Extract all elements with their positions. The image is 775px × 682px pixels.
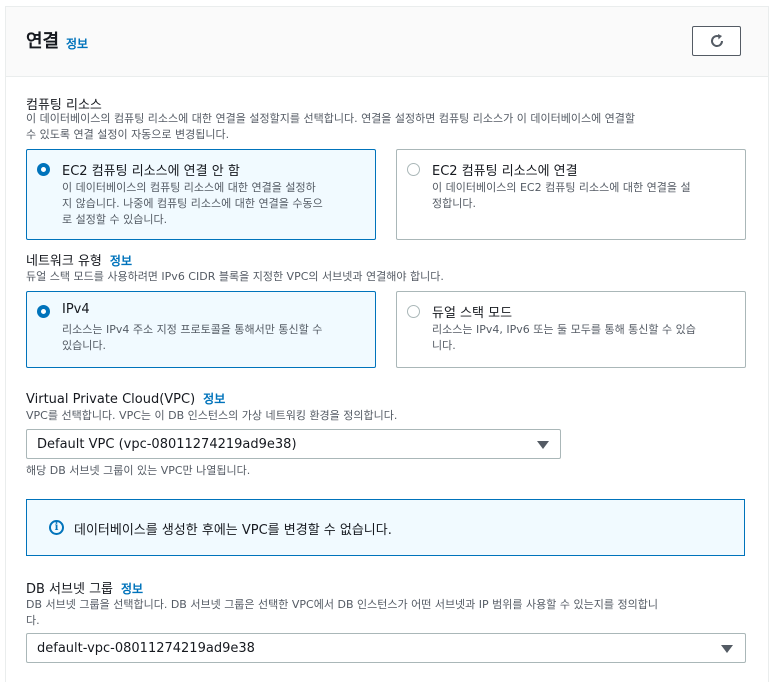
subnet-selected-value: default-vpc-08011274219ad9e38 — [37, 641, 255, 656]
network-label: 네트워크 유형 정보 — [26, 254, 132, 269]
network-option-ipv4[interactable]: IPv4 리소스는 IPv4 주소 지정 프로토콜을 통해서만 통신할 수 있습… — [26, 291, 376, 368]
tile-title: IPv4 — [62, 302, 90, 317]
vpc-selected-value: Default VPC (vpc-08011274219ad9e38) — [37, 437, 297, 452]
tile-description: 이 데이터베이스의 EC2 컴퓨팅 리소스에 대한 연결을 설 정합니다. — [432, 181, 691, 210]
subnet-info-link[interactable]: 정보 — [121, 582, 143, 596]
subnet-description: DB 서브넷 그룹을 선택합니다. DB 서브넷 그룹은 선택한 VPC에서 D… — [26, 598, 658, 627]
connectivity-panel: 연결 정보 컴퓨팅 리소스 이 데이터베이스의 컴퓨팅 리소스에 대한 연결을 … — [5, 6, 769, 682]
tile-title: EC2 컴퓨팅 리소스에 연결 — [432, 164, 578, 179]
vpc-info-link[interactable]: 정보 — [203, 392, 225, 406]
panel-title: 연결 — [26, 31, 60, 52]
subnet-select[interactable]: default-vpc-08011274219ad9e38 — [26, 633, 746, 663]
vpc-description: VPC를 선택합니다. VPC는 이 DB 인스턴스의 가상 네트워킹 환경을 … — [26, 409, 398, 422]
panel-header: 연결 정보 — [6, 7, 768, 77]
radio-unselected[interactable] — [407, 163, 420, 176]
refresh-icon — [710, 34, 723, 47]
radio-selected[interactable] — [37, 163, 50, 176]
tile-description: 리소스는 IPv4, IPv6 또는 둘 모두를 통해 통신할 수 있습 니다. — [432, 323, 696, 352]
vpc-alert: i 데이터베이스를 생성한 후에는 VPC를 변경할 수 없습니다. — [26, 499, 745, 556]
refresh-button[interactable] — [692, 26, 741, 56]
vpc-label: Virtual Private Cloud(VPC) 정보 — [26, 392, 226, 407]
vpc-select[interactable]: Default VPC (vpc-08011274219ad9e38) — [26, 429, 561, 459]
network-description: 듀얼 스택 모드를 사용하려면 IPv6 CIDR 블록을 지정한 VPC의 서… — [26, 270, 444, 283]
tile-title: EC2 컴퓨팅 리소스에 연결 안 함 — [62, 164, 240, 179]
alert-text: 데이터베이스를 생성한 후에는 VPC를 변경할 수 없습니다. — [74, 523, 392, 538]
vpc-hint: 해당 DB 서브넷 그룹이 있는 VPC만 나열됩니다. — [26, 464, 251, 477]
tile-description: 리소스는 IPv4 주소 지정 프로토콜을 통해서만 통신할 수 있습니다. — [62, 323, 323, 352]
compute-option-no-connect[interactable]: EC2 컴퓨팅 리소스에 연결 안 함 이 데이터베이스의 컴퓨팅 리소스에 대… — [26, 149, 376, 240]
radio-selected[interactable] — [37, 305, 50, 318]
compute-description: 이 데이터베이스의 컴퓨팅 리소스에 대한 연결을 설정할지를 선택합니다. 연… — [26, 112, 636, 141]
network-option-dual-stack[interactable]: 듀얼 스택 모드 리소스는 IPv4, IPv6 또는 둘 모두를 통해 통신할… — [396, 291, 746, 368]
compute-option-connect[interactable]: EC2 컴퓨팅 리소스에 연결 이 데이터베이스의 EC2 컴퓨팅 리소스에 대… — [396, 149, 746, 240]
caret-down-icon — [721, 645, 733, 653]
info-icon: i — [49, 520, 64, 535]
header-info-link[interactable]: 정보 — [66, 35, 88, 52]
tile-description: 이 데이터베이스의 컴퓨팅 리소스에 대한 연결을 설정하 지 않습니다. 나중… — [62, 181, 323, 226]
tile-title: 듀얼 스택 모드 — [432, 306, 513, 321]
subnet-label: DB 서브넷 그룹 정보 — [26, 582, 144, 597]
radio-unselected[interactable] — [407, 305, 420, 318]
caret-down-icon — [537, 441, 549, 449]
network-info-link[interactable]: 정보 — [110, 254, 132, 268]
